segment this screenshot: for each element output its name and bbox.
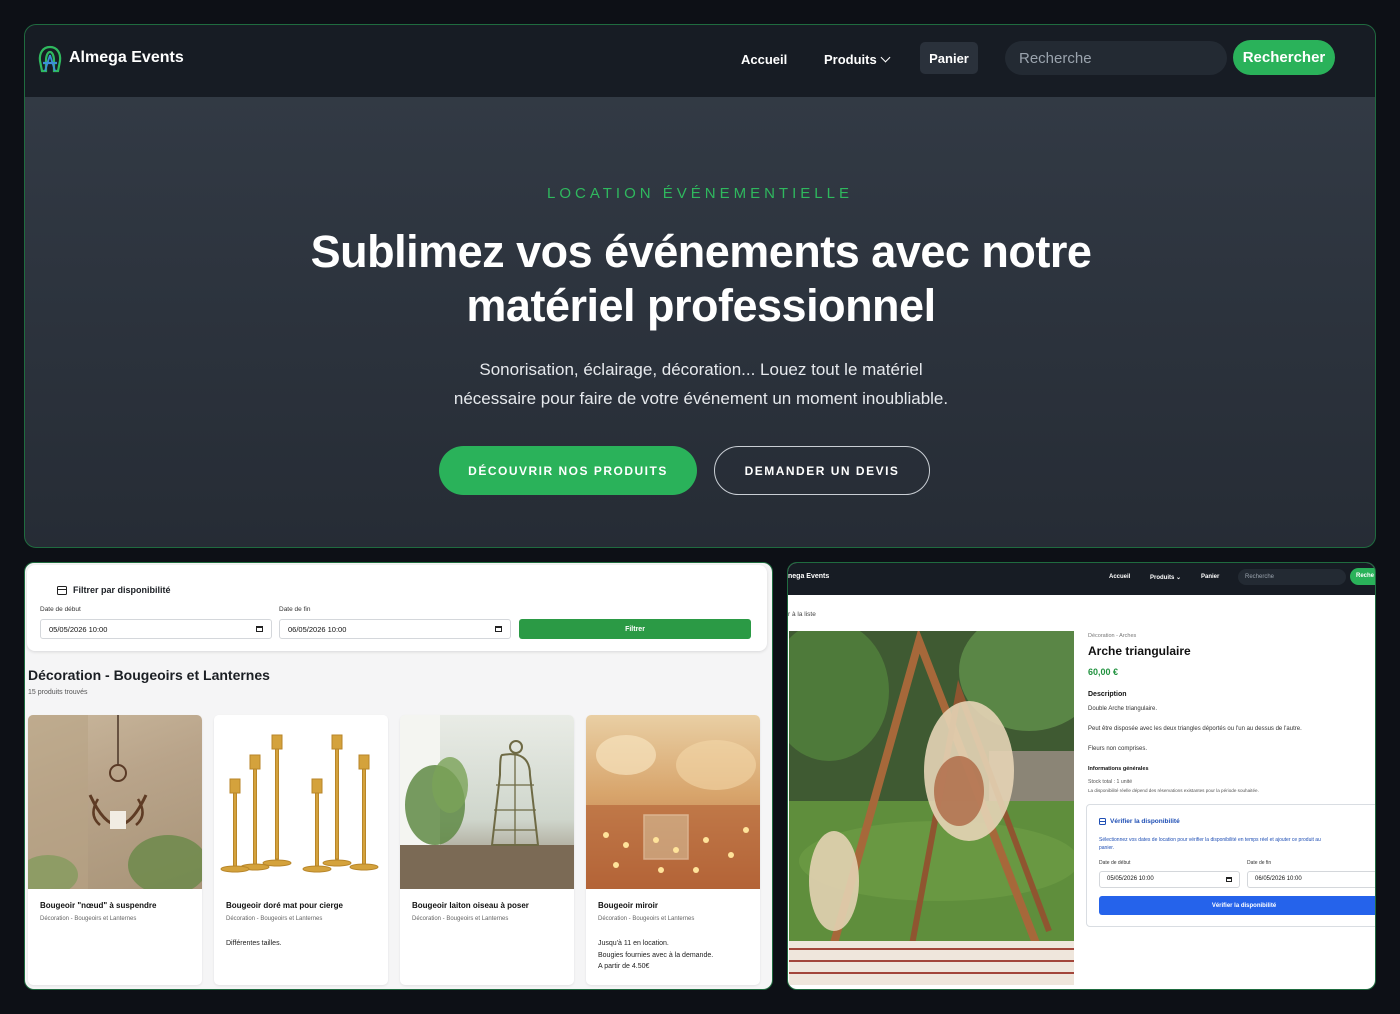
- request-quote-button[interactable]: DEMANDER UN DEVIS: [714, 446, 930, 495]
- start-date-value: 05/05/2026 10:00: [49, 624, 108, 634]
- category-title: Décoration - Bougeoirs et Lanternes: [28, 667, 270, 683]
- calendar-picker-icon[interactable]: [495, 626, 502, 632]
- nav-cart[interactable]: Panier: [920, 42, 978, 74]
- product-card[interactable]: Bougeoir "nœud" à suspendre Décoration -…: [28, 715, 202, 985]
- product-desc-line: Différentes tailles.: [226, 940, 282, 947]
- product-image[interactable]: [586, 715, 760, 889]
- product-card[interactable]: Bougeoir miroir Décoration - Bougeoirs e…: [586, 715, 760, 985]
- nav-products-dropdown[interactable]: Produits ⌄: [1150, 574, 1181, 581]
- stock-info: Stock total : 1 unité: [1088, 779, 1133, 785]
- hero-subtitle: Sonorisation, éclairage, décoration... L…: [391, 355, 1011, 413]
- availability-title-text: Vérifier la disponibilité: [1110, 818, 1180, 825]
- availability-title: Vérifier la disponibilité: [1099, 818, 1180, 825]
- product-name[interactable]: Bougeoir doré mat pour cierge: [226, 901, 343, 910]
- discover-products-button[interactable]: DÉCOUVRIR NOS PRODUITS: [439, 446, 697, 495]
- brand-name[interactable]: Almega Events: [69, 49, 184, 67]
- availability-filter-card: Filtrer par disponibilité Date de début …: [27, 565, 767, 651]
- product-description: Jusqu'à 11 en location. Bougies fournies…: [598, 938, 713, 973]
- hero-title-line-2: matériel professionnel: [466, 280, 936, 331]
- product-count: 15 produits trouvés: [28, 689, 88, 696]
- product-image[interactable]: [28, 715, 202, 889]
- search-button[interactable]: Rechercher: [1233, 40, 1335, 75]
- end-date-input[interactable]: 06/05/2026 10:00: [279, 619, 511, 639]
- product-desc-line: A partir de 4.50€: [598, 963, 650, 970]
- hero-title-line-1: Sublimez vos événements avec notre: [310, 226, 1092, 277]
- search-input[interactable]: [1005, 41, 1227, 75]
- nav-home[interactable]: Accueil: [741, 52, 787, 67]
- availability-note: La disponibilité réelle dépend des réser…: [1088, 788, 1259, 793]
- check-availability-button[interactable]: Vérifier la disponibilité: [1099, 896, 1375, 915]
- product-category: Décoration - Bougeoirs et Lanternes: [412, 916, 509, 922]
- info-heading: Informations générales: [1088, 766, 1149, 772]
- back-to-list-link[interactable]: r à la liste: [788, 611, 816, 618]
- product-image[interactable]: [400, 715, 574, 889]
- product-main-image: [789, 631, 1074, 985]
- nav-products-label: Produits: [1150, 575, 1175, 581]
- description-line: Peut être disposée avec les deux triangl…: [1088, 726, 1302, 732]
- product-category: Décoration - Bougeoirs et Lanternes: [226, 916, 323, 922]
- product-card[interactable]: Bougeoir laiton oiseau à poser Décoratio…: [400, 715, 574, 985]
- end-date-value: 06/05/2026 10:00: [288, 624, 347, 634]
- start-date-label: Date de début: [40, 606, 81, 613]
- product-name[interactable]: Bougeoir "nœud" à suspendre: [40, 901, 156, 910]
- availability-description-line: panier.: [1099, 845, 1115, 851]
- product-price: 60,00 €: [1088, 667, 1119, 677]
- product-description: Différentes tailles.: [226, 938, 282, 950]
- product-desc-line: Jusqu'à 11 en location.: [598, 940, 669, 947]
- almega-logo-icon: [38, 45, 62, 73]
- calendar-icon: [57, 585, 67, 595]
- nav-products-dropdown[interactable]: Produits: [824, 52, 891, 67]
- product-title: Arche triangulaire: [1088, 644, 1191, 658]
- hero-title: Sublimez vos événements avec notre matér…: [201, 225, 1201, 333]
- homepage-screenshot: Almega Events Accueil Produits Panier Re…: [24, 24, 1376, 548]
- nav-home[interactable]: Accueil: [1109, 574, 1130, 580]
- hero-eyebrow: LOCATION ÉVÉNEMENTIELLE: [547, 185, 853, 202]
- search-button[interactable]: Reche: [1350, 568, 1375, 585]
- start-date-label: Date de début: [1099, 860, 1131, 866]
- hero-subtitle-line-2: nécessaire pour faire de votre événement…: [453, 389, 949, 408]
- end-date-input[interactable]: 06/05/2026 10:00: [1247, 871, 1375, 888]
- product-category: Décoration - Bougeoirs et Lanternes: [598, 916, 695, 922]
- availability-check-card: Vérifier la disponibilité Sélectionnez v…: [1086, 804, 1375, 927]
- nav-products-label: Produits: [824, 52, 877, 67]
- top-navbar: Almega Events Accueil Produits Panier Re…: [25, 25, 1375, 97]
- top-navbar: nega Events Accueil Produits ⌄ Panier Re…: [788, 563, 1375, 595]
- product-detail-screenshot: nega Events Accueil Produits ⌄ Panier Re…: [787, 562, 1376, 990]
- brand-name[interactable]: nega Events: [788, 573, 829, 580]
- product-category: Décoration - Bougeoirs et Lanternes: [40, 916, 137, 922]
- product-name[interactable]: Bougeoir miroir: [598, 901, 658, 910]
- description-heading: Description: [1088, 691, 1127, 698]
- category-listing-screenshot: Filtrer par disponibilité Date de début …: [24, 562, 773, 990]
- filter-button[interactable]: Filtrer: [519, 619, 751, 639]
- end-date-value: 06/05/2026 10:00: [1255, 876, 1302, 882]
- calendar-picker-icon[interactable]: [1226, 877, 1232, 882]
- nav-cart[interactable]: Panier: [1201, 574, 1219, 580]
- chevron-down-icon: [880, 52, 891, 63]
- availability-description: Sélectionnez vos dates de location pour …: [1099, 836, 1375, 852]
- calendar-icon: [1099, 818, 1106, 825]
- end-date-label: Date de fin: [1247, 860, 1272, 866]
- start-date-input[interactable]: 05/05/2026 10:00: [1099, 871, 1240, 888]
- hero-subtitle-line-1: Sonorisation, éclairage, décoration... L…: [479, 360, 923, 379]
- description-line: Double Arche triangulaire.: [1088, 706, 1158, 712]
- start-date-input[interactable]: 05/05/2026 10:00: [40, 619, 272, 639]
- product-card[interactable]: Bougeoir doré mat pour cierge Décoration…: [214, 715, 388, 985]
- description-line: Fleurs non comprises.: [1088, 746, 1148, 752]
- availability-description-line: Sélectionnez vos dates de location pour …: [1099, 837, 1321, 843]
- filter-title: Filtrer par disponibilité: [57, 585, 171, 595]
- chevron-down-icon: ⌄: [1176, 575, 1182, 581]
- calendar-picker-icon[interactable]: [256, 626, 263, 632]
- end-date-label: Date de fin: [279, 606, 311, 613]
- start-date-value: 05/05/2026 10:00: [1107, 876, 1154, 882]
- search-input[interactable]: Recherche: [1238, 569, 1346, 585]
- product-category: Décoration - Arches: [1088, 633, 1137, 639]
- filter-title-text: Filtrer par disponibilité: [73, 585, 171, 595]
- product-name[interactable]: Bougeoir laiton oiseau à poser: [412, 901, 529, 910]
- product-desc-line: Bougies fournies avec à la demande.: [598, 951, 714, 959]
- product-image[interactable]: [214, 715, 388, 889]
